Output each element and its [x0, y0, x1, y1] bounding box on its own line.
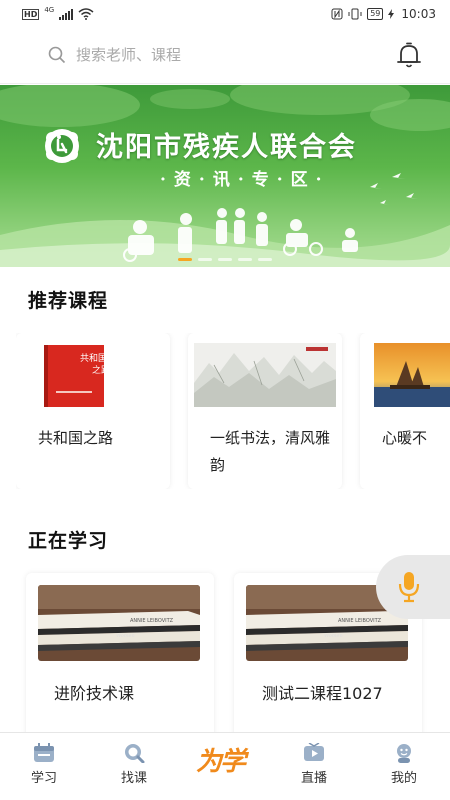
bell-icon[interactable]	[394, 40, 424, 70]
course-title: 进阶技术课	[54, 684, 135, 703]
live-tv-icon	[304, 743, 324, 761]
carousel-dot[interactable]	[178, 258, 192, 261]
hd-indicator: HD	[22, 8, 40, 20]
nav-label: 直播	[300, 771, 327, 786]
course-title: 共和国之路	[38, 429, 114, 447]
course-thumbnail	[194, 343, 336, 407]
profile-icon	[397, 744, 411, 763]
network-type: 4G	[44, 6, 55, 14]
course-thumbnail: ANNIE LEIBOVITZ Women	[38, 585, 200, 661]
banner-carousel[interactable]: 沈阳市残疾人联合会 ·资·讯·专·区·	[0, 85, 450, 267]
nav-live[interactable]: 直播	[284, 743, 344, 786]
nav-label: 我的	[390, 771, 417, 786]
brand-logo[interactable]: 为学	[196, 741, 246, 778]
calendar-icon	[34, 743, 54, 762]
status-bar: HD 4G 59 10:03	[0, 0, 450, 28]
course-card[interactable]: 一纸书法，清风雅韵	[188, 333, 342, 489]
svg-text:Women: Women	[116, 633, 135, 639]
recommended-title: 推荐课程	[28, 290, 109, 312]
course-card[interactable]: 共和国 之路 共和国之路	[16, 333, 170, 489]
svg-text:ANNIE LEIBOVITZ: ANNIE LEIBOVITZ	[338, 618, 382, 624]
nav-mine[interactable]: 我的	[374, 743, 434, 786]
search-input[interactable]	[76, 46, 336, 64]
course-title: 心暖不	[382, 429, 428, 447]
vibrate-icon	[348, 8, 362, 20]
search-icon	[48, 46, 66, 64]
course-thumbnail: 共和国 之路	[22, 343, 164, 407]
nav-find-course[interactable]: 找课	[104, 743, 164, 786]
app-screen: HD 4G 59 10:03 搜索老师、课程 沈阳市残疾人联合会 ·资·讯·专·…	[0, 0, 450, 800]
course-title: 一纸书法，清风雅韵	[210, 429, 331, 474]
banner-title: 沈阳市残疾人联合会	[96, 132, 357, 163]
nav-study[interactable]: 学习	[14, 743, 74, 786]
svg-text:Women: Women	[324, 633, 343, 639]
learning-card[interactable]: ANNIE LEIBOVITZ Women 进阶技术课	[26, 573, 214, 743]
microphone-icon	[398, 572, 420, 603]
carousel-dot[interactable]	[198, 258, 212, 261]
nav-label: 找课	[120, 771, 147, 786]
search-header	[0, 28, 450, 84]
disabled-federation-logo	[45, 129, 79, 163]
learning-title: 正在学习	[28, 530, 109, 552]
svg-text:之路: 之路	[92, 364, 110, 376]
carousel-dot[interactable]	[218, 258, 232, 261]
course-thumbnail	[366, 343, 450, 407]
search-bar[interactable]	[36, 38, 366, 72]
carousel-indicator	[178, 258, 272, 261]
bottom-navigation: 学习 找课 为学 直播 我的	[0, 732, 450, 800]
banner-subtitle: ·资·讯·专·区·	[160, 170, 330, 190]
voice-assistant-button[interactable]	[376, 555, 450, 619]
signal-icon	[59, 8, 74, 20]
recommended-course-list[interactable]: 共和国 之路 共和国之路 一纸书法，清风雅韵 心暖不	[16, 333, 450, 489]
carousel-dot[interactable]	[258, 258, 272, 261]
svg-text:共和国: 共和国	[80, 353, 107, 364]
course-title: 测试二课程1027	[262, 684, 383, 703]
course-card[interactable]: 心暖不	[360, 333, 450, 489]
search-course-icon	[125, 744, 145, 763]
clock: 10:03	[401, 7, 436, 21]
nfc-icon	[331, 8, 343, 20]
battery-indicator: 59	[367, 8, 384, 20]
wifi-icon	[78, 8, 94, 20]
nav-label: 学习	[30, 771, 57, 786]
svg-text:ANNIE LEIBOVITZ: ANNIE LEIBOVITZ	[130, 618, 174, 624]
charging-icon	[388, 9, 395, 19]
carousel-dot[interactable]	[238, 258, 252, 261]
